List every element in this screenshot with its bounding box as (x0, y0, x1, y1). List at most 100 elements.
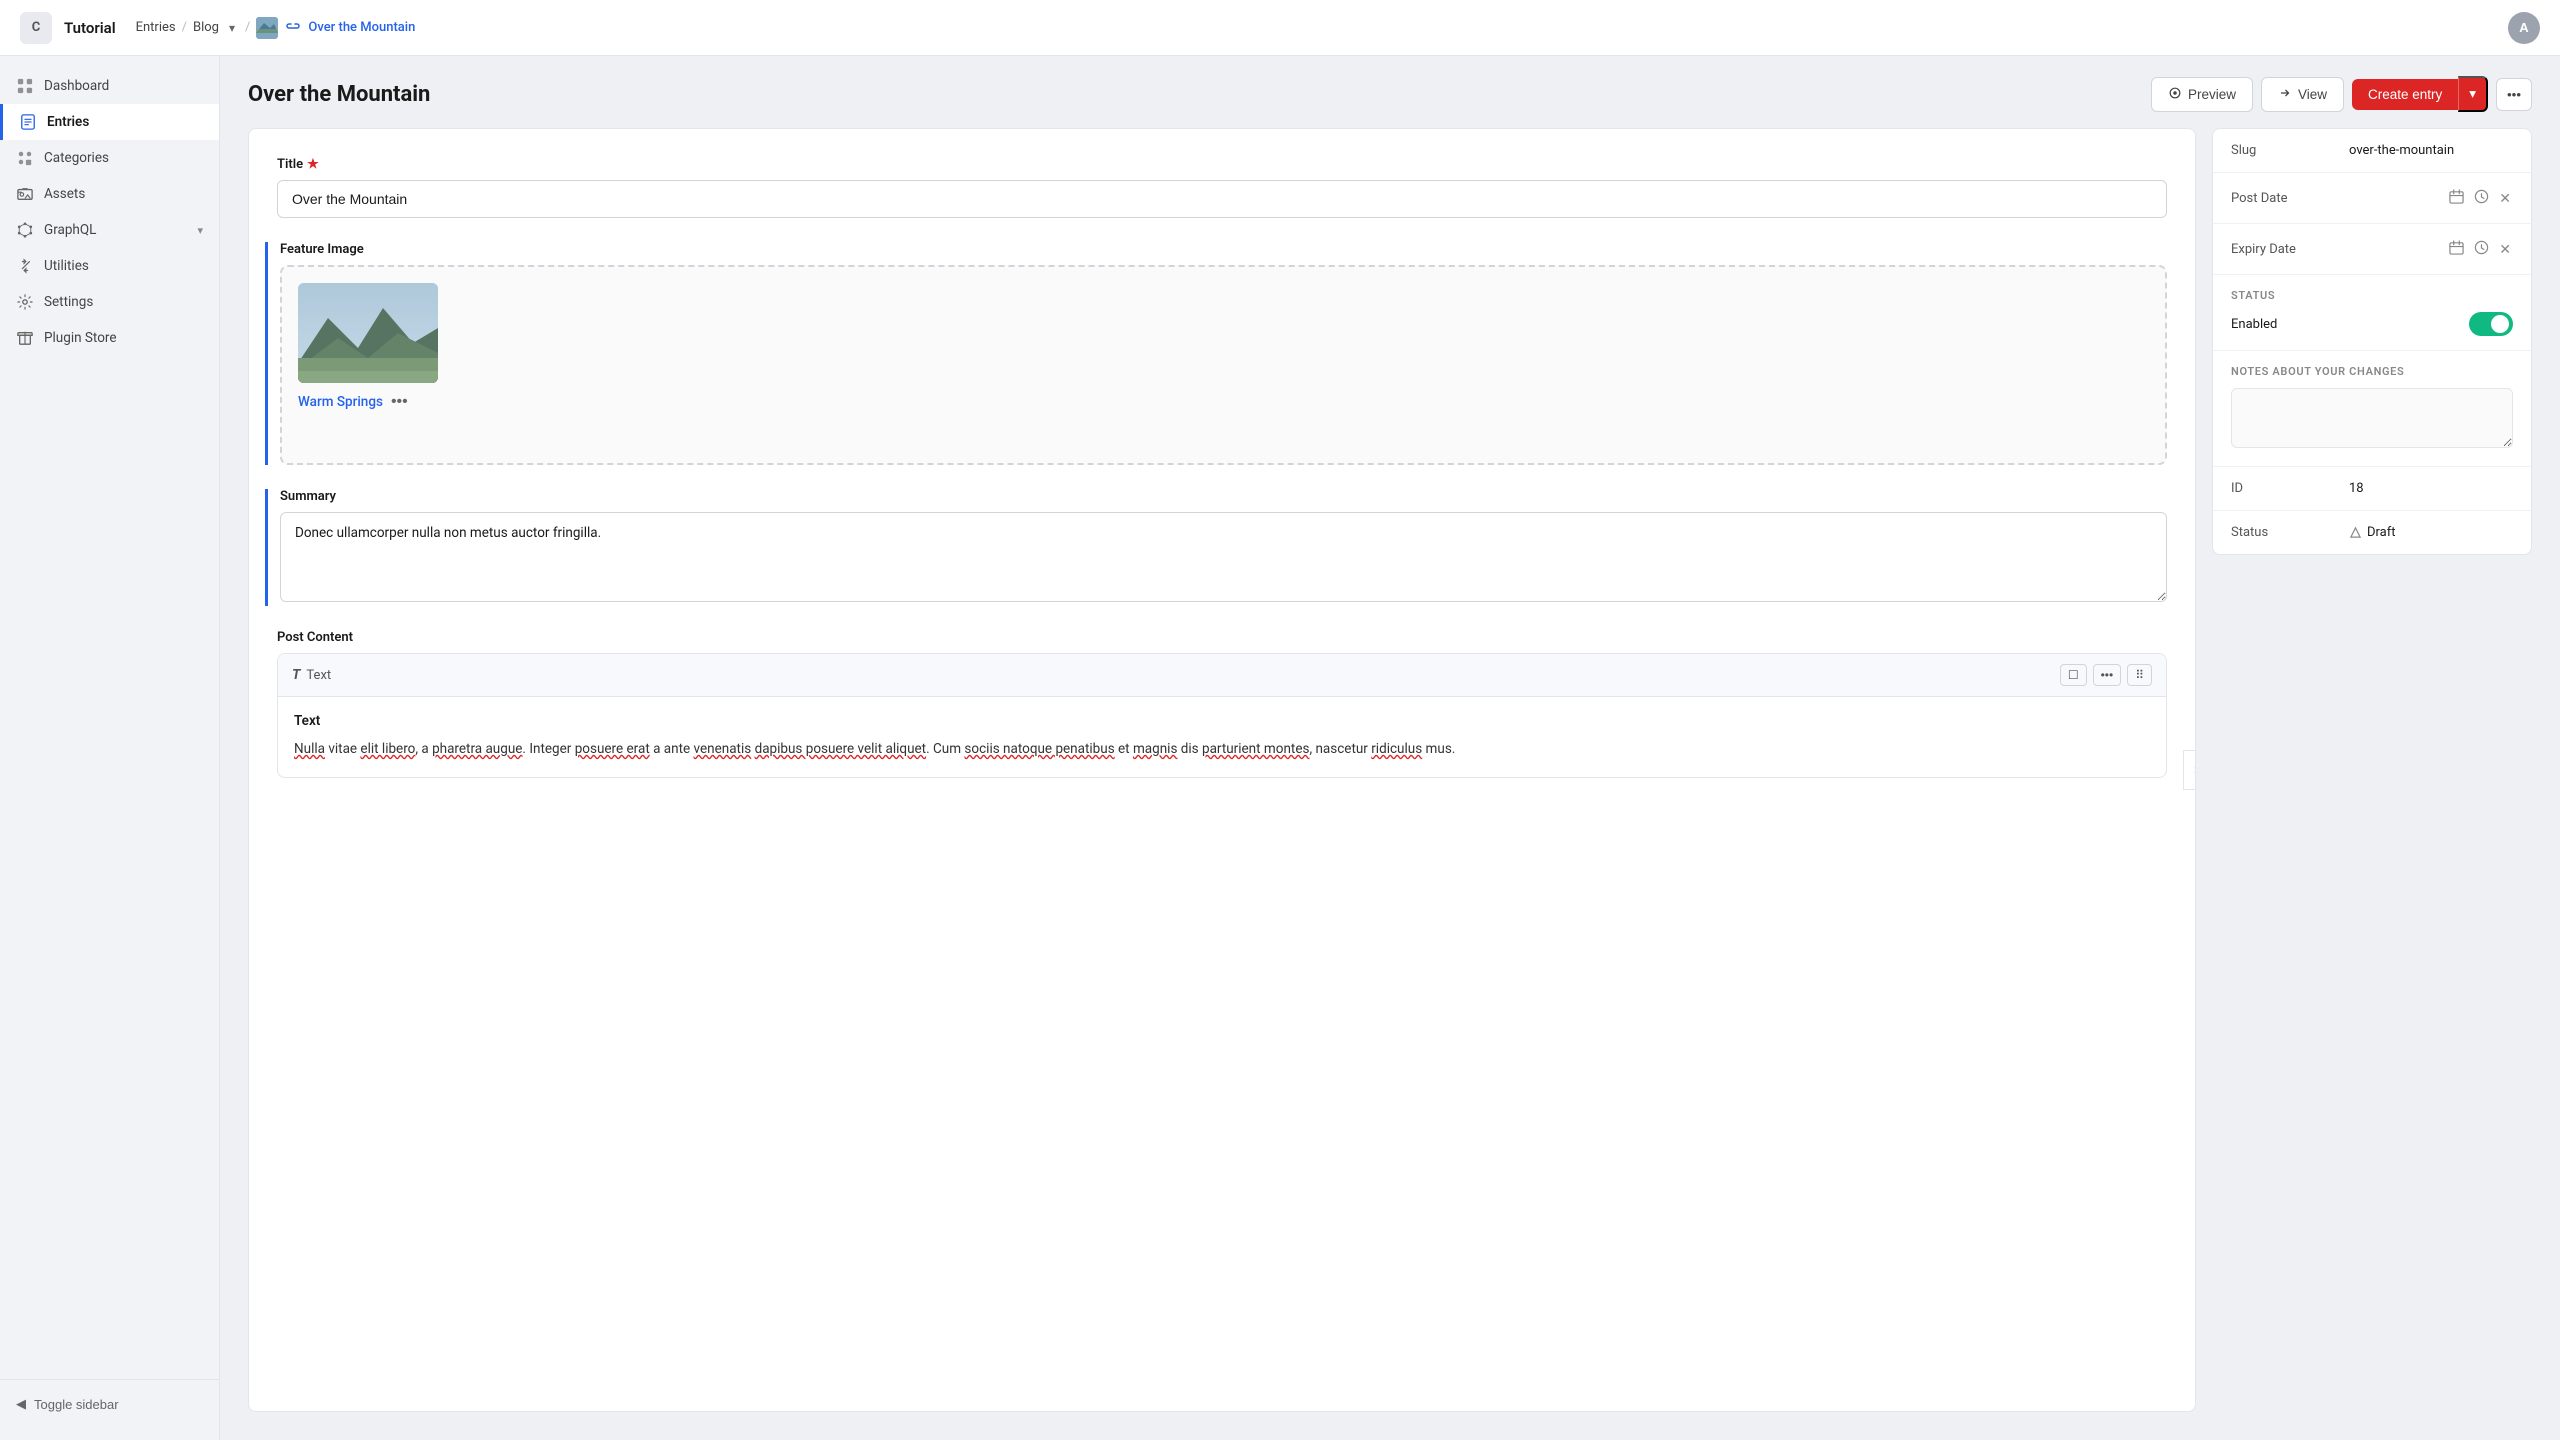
breadcrumb: Entries / Blog ▾ / Over the Mountain (136, 17, 416, 39)
status-toggle[interactable] (2469, 312, 2513, 336)
title-field-group: Title ★ (277, 157, 2167, 218)
title-label: Title ★ (277, 157, 2167, 172)
sidebar: Dashboard Entries Categories Assets Grap (0, 56, 220, 1440)
post-date-row: Post Date ✕ (2213, 173, 2531, 224)
feature-image-group: Feature Image (265, 242, 2167, 465)
sidebar-item-assets[interactable]: Assets (0, 176, 219, 212)
text-type-icon: T (292, 667, 300, 683)
content-area: Title ★ Feature Image (220, 128, 2560, 1440)
post-date-label: Post Date (2231, 191, 2341, 206)
sidebar-item-utilities-label: Utilities (44, 258, 89, 274)
status-info-label: Status (2231, 525, 2341, 540)
post-content-label: Post Content (277, 630, 2167, 645)
app-name: Tutorial (64, 19, 116, 37)
header-actions: Preview View Create entry ▾ (2151, 76, 2532, 112)
sidebar-bottom: ◀ Toggle sidebar (0, 1379, 219, 1428)
post-date-calendar-button[interactable] (2447, 187, 2466, 209)
feature-image-thumbnail (298, 283, 438, 383)
view-button[interactable]: View (2261, 77, 2344, 112)
graphql-icon (16, 221, 34, 239)
right-panel: Slug over-the-mountain Post Date (2212, 128, 2532, 1412)
sidebar-item-utilities[interactable]: Utilities (0, 248, 219, 284)
sidebar-item-graphql[interactable]: GraphQL ▾ (0, 212, 219, 248)
block-toolbar-label: T Text (292, 667, 2052, 683)
sidebar-item-entries-label: Entries (47, 114, 89, 130)
status-row: Enabled (2231, 312, 2513, 336)
status-info-row: Status Draft (2213, 511, 2531, 554)
slug-row: Slug over-the-mountain (2213, 129, 2531, 173)
create-entry-dropdown-icon: ▾ (2469, 86, 2476, 101)
form-panel: Title ★ Feature Image (248, 128, 2196, 1412)
feature-image-label: Feature Image (280, 242, 2167, 257)
sidebar-item-categories[interactable]: Categories (0, 140, 219, 176)
toggle-slider (2469, 312, 2513, 336)
app-logo: C (20, 12, 52, 44)
slug-label: Slug (2231, 143, 2341, 158)
block-toolbar: T Text ☐ ••• ⠿ (278, 654, 2166, 697)
categories-icon (16, 149, 34, 167)
sidebar-item-plugin-store[interactable]: Plugin Store (0, 320, 219, 356)
toggle-sidebar-button[interactable]: ◀ Toggle sidebar (16, 1392, 119, 1416)
block-checkbox-button[interactable]: ☐ (2060, 664, 2087, 686)
breadcrumb-current-label: Over the Mountain (308, 20, 415, 35)
slug-value: over-the-mountain (2349, 143, 2513, 158)
status-enabled-label: Enabled (2231, 317, 2277, 332)
block-more-button[interactable]: ••• (2093, 664, 2122, 686)
breadcrumb-current: Over the Mountain (256, 17, 415, 39)
entries-icon (19, 113, 37, 131)
expiry-date-calendar-button[interactable] (2447, 238, 2466, 260)
sidebar-item-entries[interactable]: Entries (0, 104, 219, 140)
expiry-date-clear-button[interactable]: ✕ (2497, 239, 2513, 260)
page-title: Over the Mountain (248, 82, 430, 107)
sidebar-item-settings[interactable]: Settings (0, 284, 219, 320)
sidebar-item-plugin-store-label: Plugin Store (44, 330, 117, 346)
toggle-sidebar-label: Toggle sidebar (34, 1397, 119, 1412)
id-value: 18 (2349, 481, 2513, 496)
create-entry-dropdown-button[interactable]: ▾ (2458, 76, 2488, 112)
expiry-date-label: Expiry Date (2231, 242, 2341, 257)
expiry-date-row: Expiry Date ✕ (2213, 224, 2531, 275)
page-header: Over the Mountain Preview View Crea (220, 56, 2560, 128)
notes-label: NOTES ABOUT YOUR CHANGES (2231, 365, 2513, 378)
meta-panel: Slug over-the-mountain Post Date (2212, 128, 2532, 555)
view-icon (2278, 86, 2292, 103)
breadcrumb-blog[interactable]: Blog (193, 20, 219, 35)
breadcrumb-blog-dropdown[interactable]: ▾ (225, 19, 239, 37)
feature-image-link[interactable]: Warm Springs (298, 394, 383, 410)
text-block-content: Nulla vitae elit libero, a pharetra augu… (294, 739, 2150, 761)
sidebar-item-dashboard[interactable]: Dashboard (0, 68, 219, 104)
block-move-button[interactable]: ⠿ (2127, 664, 2152, 686)
breadcrumb-entries[interactable]: Entries (136, 20, 176, 35)
post-content-group: Post Content T Text ☐ ••• ⠿ (277, 630, 2167, 778)
notes-textarea[interactable] (2231, 388, 2513, 448)
feature-image-menu-button[interactable]: ••• (391, 393, 408, 411)
top-navigation: C Tutorial Entries / Blog ▾ / Over the M… (0, 0, 2560, 56)
expiry-date-time-button[interactable] (2472, 238, 2491, 260)
summary-textarea[interactable]: Donec ullamcorper nulla non metus auctor… (280, 512, 2167, 602)
panel-collapse-handle[interactable]: › (2183, 750, 2196, 790)
sidebar-item-dashboard-label: Dashboard (44, 78, 109, 94)
post-date-clear-button[interactable]: ✕ (2497, 188, 2513, 209)
avatar-button[interactable]: A (2508, 12, 2540, 44)
create-entry-button[interactable]: Create entry (2352, 79, 2458, 110)
preview-button[interactable]: Preview (2151, 77, 2253, 112)
toggle-sidebar-icon: ◀ (16, 1396, 26, 1412)
user-menu: A (2508, 12, 2540, 44)
plugin-store-icon (16, 329, 34, 347)
id-row: ID 18 (2213, 467, 2531, 511)
post-date-time-button[interactable] (2472, 187, 2491, 209)
status-section: STATUS Enabled (2213, 275, 2531, 351)
title-input[interactable] (277, 180, 2167, 218)
more-options-button[interactable]: ••• (2496, 78, 2532, 111)
main-content: Over the Mountain Preview View Crea (220, 56, 2560, 1440)
breadcrumb-thumb-icon (256, 17, 278, 33)
text-block: Text Nulla vitae elit libero, a pharetra… (278, 697, 2166, 777)
summary-field-group: Summary Donec ullamcorper nulla non metu… (265, 489, 2167, 606)
preview-icon (2168, 86, 2182, 103)
sidebar-item-categories-label: Categories (44, 150, 109, 166)
status-info-value: Draft (2349, 525, 2513, 540)
more-options-icon: ••• (2507, 87, 2521, 102)
assets-icon (16, 185, 34, 203)
notes-section: NOTES ABOUT YOUR CHANGES (2213, 351, 2531, 467)
feature-image-box: Warm Springs ••• (280, 265, 2167, 465)
